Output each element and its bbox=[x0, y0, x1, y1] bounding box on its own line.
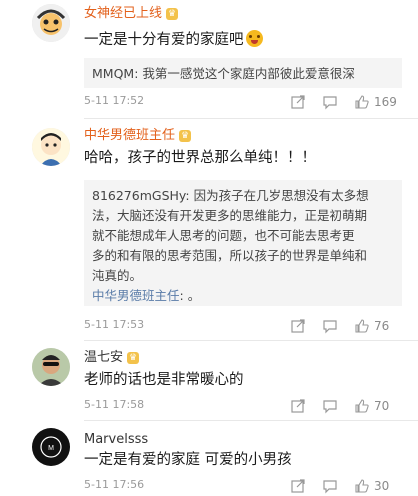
vip-badge-icon: ♛ bbox=[127, 352, 140, 364]
divider bbox=[84, 118, 418, 119]
like-button[interactable]: 30 bbox=[354, 476, 389, 496]
comment-icon bbox=[323, 320, 337, 334]
like-count: 169 bbox=[374, 95, 397, 109]
comment-button[interactable] bbox=[322, 92, 338, 112]
reply-text: 沌真的。 bbox=[92, 268, 143, 283]
reply-text: 多的和有限的思考范围，所以孩子的世界是单纯和 bbox=[92, 248, 368, 263]
comment-meta: 5-11 17:58 70 bbox=[84, 396, 402, 416]
comment-button[interactable] bbox=[322, 316, 338, 336]
reply-box[interactable]: MMQM: 我第一感觉这个家庭内部彼此爱意很深 bbox=[84, 58, 402, 88]
divider bbox=[84, 420, 418, 421]
vip-badge-icon: ♛ bbox=[166, 8, 179, 20]
vip-badge-icon: ♛ bbox=[179, 130, 192, 142]
svg-text:M: M bbox=[48, 445, 54, 452]
share-button[interactable] bbox=[290, 476, 306, 496]
reply-text: 中华男德班主任: 。 bbox=[92, 288, 201, 303]
reply-text: 就不能想成年人思考的问题，也不可能去思考更 bbox=[92, 228, 355, 243]
share-button[interactable] bbox=[290, 316, 306, 336]
share-button[interactable] bbox=[290, 92, 306, 112]
comment-text: 一定是十分有爱的家庭吧 bbox=[84, 30, 263, 50]
comment-icon bbox=[323, 96, 337, 110]
share-icon bbox=[291, 399, 305, 413]
comment-item: 中华男德班主任 ♛ 哈哈，孩子的世界总那么单纯！！！ 816276mGSHy: 因… bbox=[0, 120, 418, 340]
divider bbox=[84, 340, 418, 341]
username[interactable]: Marvelsss bbox=[84, 432, 148, 448]
avatar[interactable]: M bbox=[32, 428, 70, 466]
share-icon bbox=[291, 479, 305, 493]
comment-text: 一定是有爱的家庭 可爱的小男孩 bbox=[84, 452, 292, 468]
like-button[interactable]: 70 bbox=[354, 396, 389, 416]
grin-emoji-icon bbox=[245, 30, 263, 47]
reply-text: 法，大脑还没有开发更多的思维能力，正是初萌期 bbox=[92, 208, 368, 223]
like-button[interactable]: 76 bbox=[354, 316, 389, 336]
reply-text: MMQM: 我第一感觉这个家庭内部彼此爱意很深 bbox=[92, 66, 355, 81]
avatar-image bbox=[32, 128, 70, 166]
timestamp: 5-11 17:58 bbox=[84, 398, 145, 411]
comment-meta: 5-11 17:52 169 bbox=[84, 92, 402, 112]
comment-meta: 5-11 17:56 30 bbox=[84, 476, 402, 496]
share-icon bbox=[291, 95, 305, 109]
thumbs-up-icon bbox=[355, 479, 369, 493]
comment-item: 女神经已上线 ♛ 一定是十分有爱的家庭吧 MMQM: 我第一感觉这个家庭内部彼此爱… bbox=[0, 0, 418, 115]
comment-item: M Marvelsss 一定是有爱的家庭 可爱的小男孩 5-11 17:56 3… bbox=[0, 422, 418, 495]
comment-text: 哈哈，孩子的世界总那么单纯！！！ bbox=[84, 150, 316, 166]
avatar[interactable] bbox=[32, 128, 70, 166]
comment-icon bbox=[323, 400, 337, 414]
comment-meta: 5-11 17:53 76 bbox=[84, 316, 402, 336]
reply-text: 816276mGSHy: 因为孩子在几岁思想没有太多想 bbox=[92, 188, 369, 203]
comment-button[interactable] bbox=[322, 476, 338, 496]
timestamp: 5-11 17:56 bbox=[84, 478, 145, 491]
comment-button[interactable] bbox=[322, 396, 338, 416]
avatar-image bbox=[32, 4, 70, 42]
username[interactable]: 温七安 ♛ bbox=[84, 350, 140, 366]
comment-item: 温七安 ♛ 老师的话也是非常暖心的 5-11 17:58 70 bbox=[0, 342, 418, 417]
share-button[interactable] bbox=[290, 396, 306, 416]
username[interactable]: 中华男德班主任 ♛ bbox=[84, 128, 192, 144]
timestamp: 5-11 17:53 bbox=[84, 318, 145, 331]
thumbs-up-icon bbox=[355, 319, 369, 333]
thumbs-up-icon bbox=[355, 95, 369, 109]
avatar-image: M bbox=[32, 428, 70, 466]
share-icon bbox=[291, 319, 305, 333]
comment-icon bbox=[323, 480, 337, 494]
comment-text: 老师的话也是非常暖心的 bbox=[84, 372, 244, 388]
like-count: 30 bbox=[374, 479, 390, 493]
timestamp: 5-11 17:52 bbox=[84, 94, 145, 107]
avatar[interactable] bbox=[32, 348, 70, 386]
avatar-image bbox=[32, 348, 70, 386]
like-button[interactable]: 169 bbox=[354, 92, 397, 112]
username[interactable]: 女神经已上线 ♛ bbox=[84, 6, 179, 22]
like-count: 70 bbox=[374, 399, 390, 413]
like-count: 76 bbox=[374, 319, 390, 333]
reply-box[interactable]: 816276mGSHy: 因为孩子在几岁思想没有太多想 法，大脑还没有开发更多的… bbox=[84, 180, 402, 306]
thumbs-up-icon bbox=[355, 399, 369, 413]
reply-author-link[interactable]: 中华男德班主任 bbox=[92, 288, 180, 303]
avatar[interactable] bbox=[32, 4, 70, 42]
